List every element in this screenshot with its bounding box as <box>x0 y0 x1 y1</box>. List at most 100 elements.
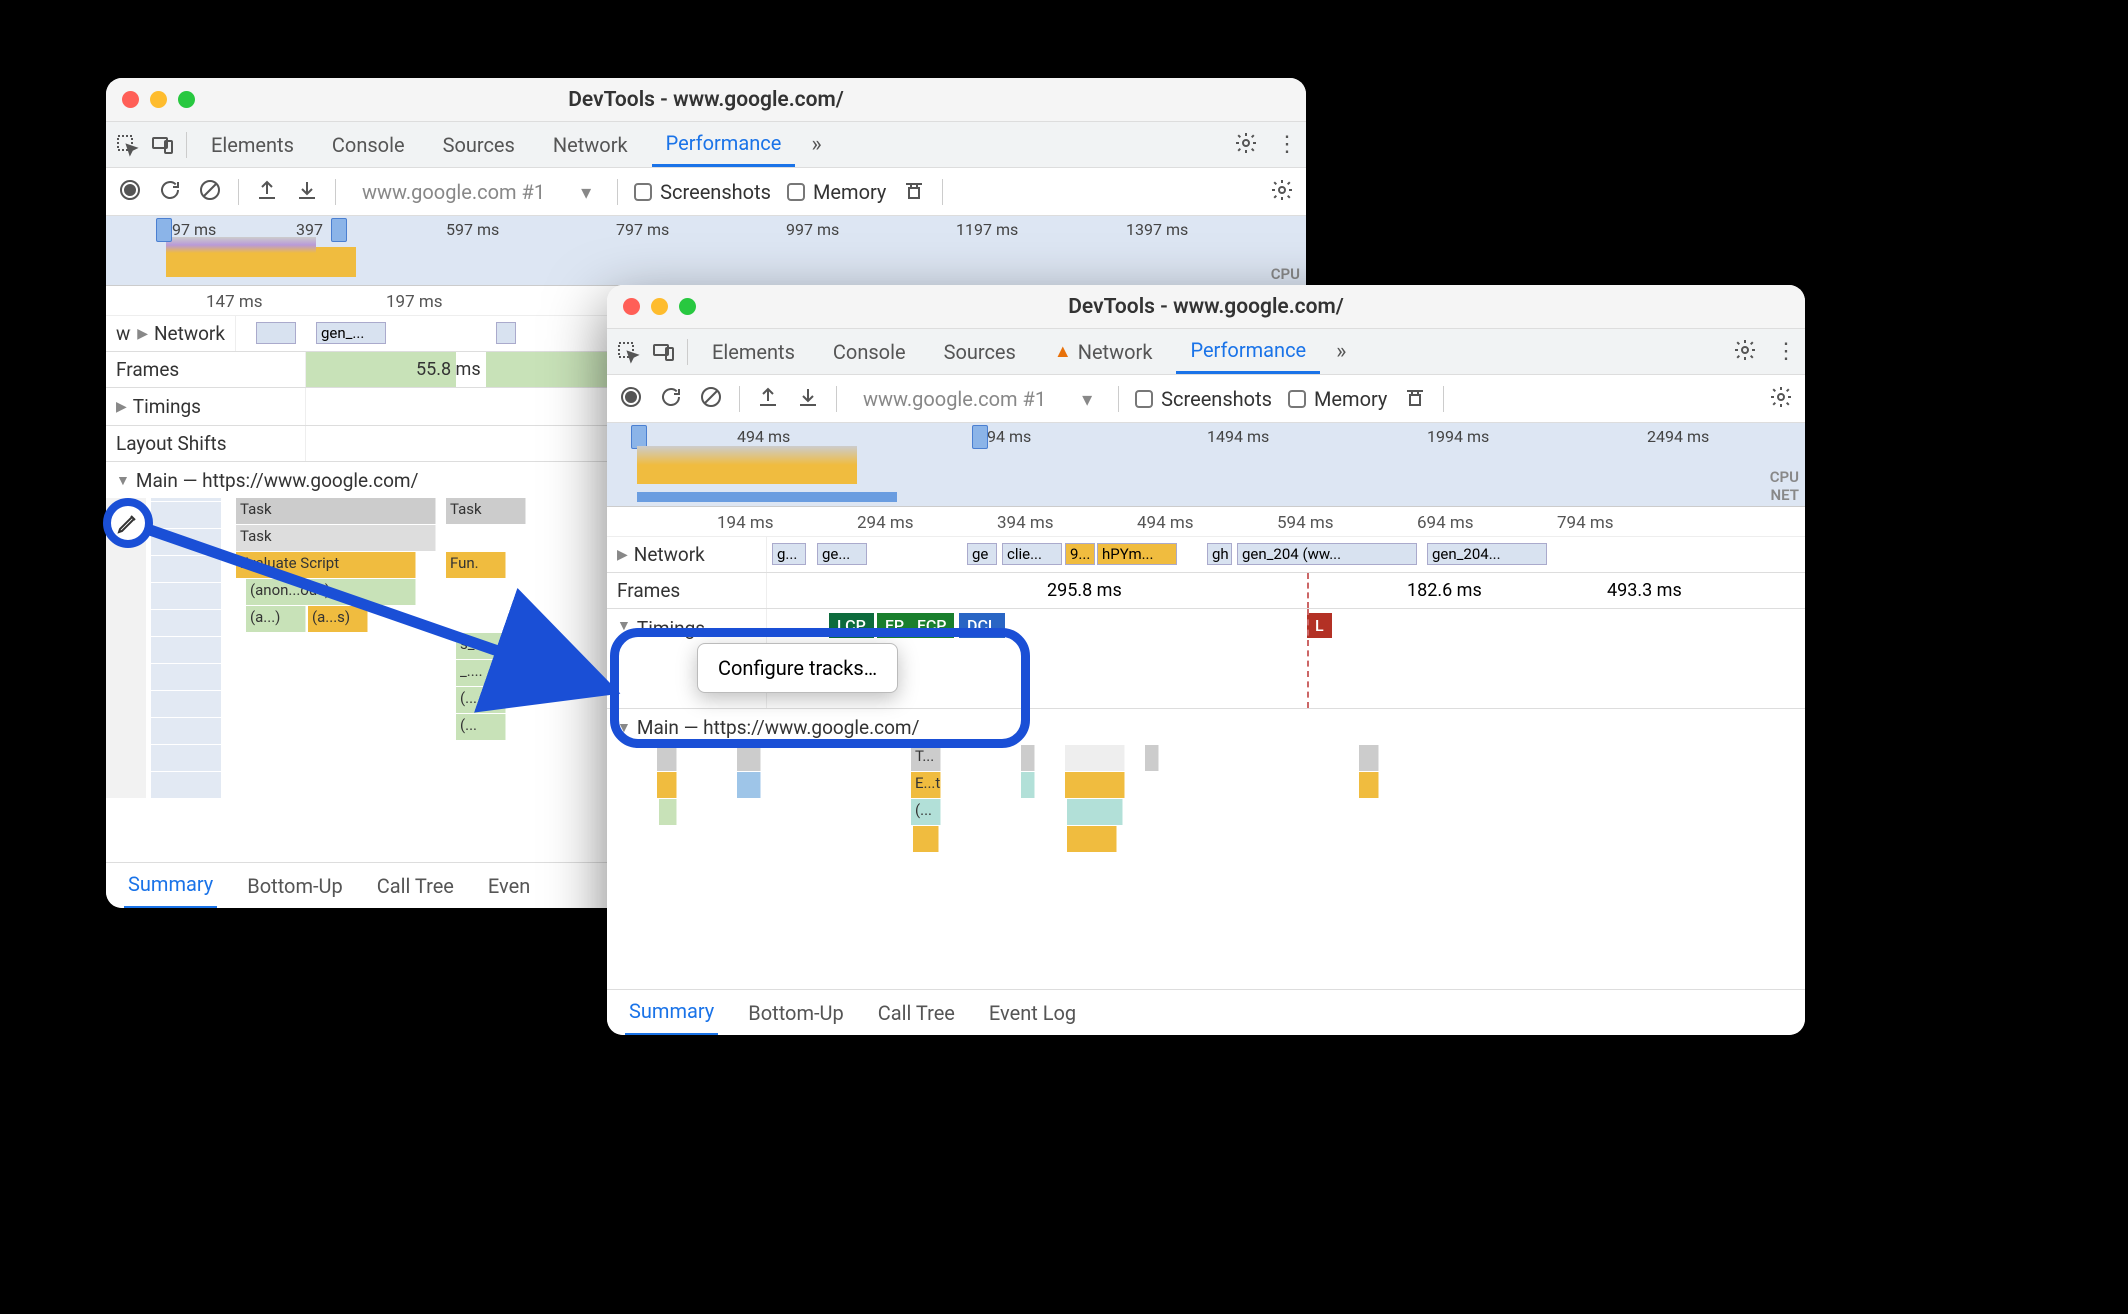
recording-select[interactable]: www.google.com #1▾ <box>853 387 1102 411</box>
record-icon[interactable] <box>118 178 142 206</box>
separator <box>1118 386 1119 412</box>
reload-icon[interactable] <box>659 385 683 413</box>
chevron-down-icon[interactable]: ▼ <box>116 472 130 489</box>
network-item[interactable]: ge... <box>817 543 867 565</box>
network-item[interactable]: ge <box>967 543 997 565</box>
titlebar: DevTools - www.google.com/ <box>106 78 1306 122</box>
cpu-chart <box>637 446 857 484</box>
upload-icon[interactable] <box>756 385 780 413</box>
titlebar: DevTools - www.google.com/ <box>607 285 1805 329</box>
range-handle-right[interactable] <box>972 425 988 449</box>
tab-performance[interactable]: Performance <box>652 122 796 167</box>
zoom-icon[interactable] <box>679 298 696 315</box>
gear-icon[interactable] <box>1769 385 1793 413</box>
download-icon[interactable] <box>796 385 820 413</box>
traffic-lights <box>623 298 696 315</box>
dtab-bottomup[interactable]: Bottom-Up <box>243 864 346 908</box>
separator <box>836 386 837 412</box>
minimize-icon[interactable] <box>150 91 167 108</box>
ov-tick: 1494 ms <box>1207 427 1269 446</box>
network-item[interactable] <box>256 322 296 344</box>
network-item[interactable]: gen_204... <box>1427 543 1547 565</box>
details-tabbar: Summary Bottom-Up Call Tree Event Log <box>607 989 1805 1035</box>
more-tabs-icon[interactable]: » <box>1336 339 1346 364</box>
gc-icon[interactable] <box>1403 385 1427 413</box>
tab-console[interactable]: Console <box>318 122 419 167</box>
frame-duration: 182.6 ms <box>1407 580 1482 601</box>
clear-icon[interactable] <box>699 385 723 413</box>
clear-icon[interactable] <box>198 178 222 206</box>
ov-tick: 494 ms <box>737 427 790 446</box>
dtab-summary[interactable]: Summary <box>625 989 718 1035</box>
tab-sources[interactable]: Sources <box>930 329 1030 374</box>
gear-icon[interactable] <box>1733 338 1757 366</box>
overview-strip[interactable]: 97 ms 397 597 ms 797 ms 997 ms 1197 ms 1… <box>106 216 1306 286</box>
window-title: DevTools - www.google.com/ <box>568 88 844 112</box>
tab-elements[interactable]: Elements <box>197 122 308 167</box>
separator <box>335 179 336 205</box>
dtab-eventlog[interactable]: Even <box>484 864 534 908</box>
gear-icon[interactable] <box>1270 178 1294 206</box>
flame-chart[interactable]: T... E...t (... <box>607 745 1805 865</box>
reload-icon[interactable] <box>158 178 182 206</box>
dtab-calltree[interactable]: Call Tree <box>874 991 959 1035</box>
close-icon[interactable] <box>122 91 139 108</box>
tab-network[interactable]: Network <box>539 122 642 167</box>
screenshots-checkbox[interactable]: Screenshots <box>634 180 771 204</box>
network-item[interactable]: hPYm... <box>1097 543 1177 565</box>
network-item[interactable]: g... <box>772 543 806 565</box>
tab-console[interactable]: Console <box>819 329 920 374</box>
tab-elements[interactable]: Elements <box>698 329 809 374</box>
kebab-icon[interactable]: ⋮ <box>1276 132 1298 157</box>
tab-sources[interactable]: Sources <box>429 122 529 167</box>
memory-checkbox[interactable]: Memory <box>787 180 886 204</box>
frame-duration: 55.8 ms <box>416 359 481 380</box>
network-item[interactable] <box>496 322 516 344</box>
network-item[interactable]: 9... <box>1065 543 1095 565</box>
frame-duration: 493.3 ms <box>1607 580 1682 601</box>
tab-network[interactable]: ▲Network <box>1040 329 1167 374</box>
download-icon[interactable] <box>295 178 319 206</box>
chevron-right-icon[interactable]: ▶ <box>137 326 148 342</box>
perf-toolbar: www.google.com #1▾ Screenshots Memory <box>106 168 1306 216</box>
gear-icon[interactable] <box>1234 131 1258 159</box>
cpu-chart <box>166 233 1246 277</box>
kebab-icon[interactable]: ⋮ <box>1775 339 1797 364</box>
device-icon[interactable] <box>150 132 176 158</box>
inspect-icon[interactable] <box>114 132 140 158</box>
close-icon[interactable] <box>623 298 640 315</box>
separator <box>617 179 618 205</box>
zoom-icon[interactable] <box>178 91 195 108</box>
dtab-calltree[interactable]: Call Tree <box>373 864 458 908</box>
dtab-bottomup[interactable]: Bottom-Up <box>744 991 847 1035</box>
upload-icon[interactable] <box>255 178 279 206</box>
traffic-lights <box>122 91 195 108</box>
memory-checkbox[interactable]: Memory <box>1288 387 1387 411</box>
ov-tick: 1994 ms <box>1427 427 1489 446</box>
inspect-icon[interactable] <box>615 339 641 365</box>
recording-select[interactable]: www.google.com #1▾ <box>352 180 601 204</box>
dtab-summary[interactable]: Summary <box>124 862 217 908</box>
network-item[interactable]: gh <box>1207 543 1232 565</box>
timing-badge-l[interactable]: L <box>1307 613 1332 638</box>
tab-performance[interactable]: Performance <box>1176 329 1320 374</box>
separator <box>186 132 187 158</box>
track-network[interactable]: ▶Network g... ge... ge clie... 9... hPYm… <box>607 537 1805 573</box>
gc-icon[interactable] <box>902 178 926 206</box>
track-frames[interactable]: Frames 295.8 ms 182.6 ms 493.3 ms <box>607 573 1805 609</box>
network-item[interactable]: clie... <box>1002 543 1062 565</box>
record-icon[interactable] <box>619 385 643 413</box>
screenshots-checkbox[interactable]: Screenshots <box>1135 387 1272 411</box>
more-tabs-icon[interactable]: » <box>811 132 821 157</box>
network-item[interactable]: gen_204 (ww... <box>1237 543 1417 565</box>
minimize-icon[interactable] <box>651 298 668 315</box>
network-item[interactable]: gen_... <box>316 322 386 344</box>
separator <box>238 179 239 205</box>
range-handle-right[interactable] <box>331 218 347 242</box>
device-icon[interactable] <box>651 339 677 365</box>
chevron-right-icon[interactable]: ▶ <box>116 399 127 415</box>
range-handle-left[interactable] <box>156 218 172 242</box>
overview-strip[interactable]: 494 ms 94 ms 1494 ms 1994 ms 2494 ms CPU… <box>607 423 1805 507</box>
dtab-eventlog[interactable]: Event Log <box>985 991 1080 1035</box>
window-title: DevTools - www.google.com/ <box>1068 295 1344 319</box>
